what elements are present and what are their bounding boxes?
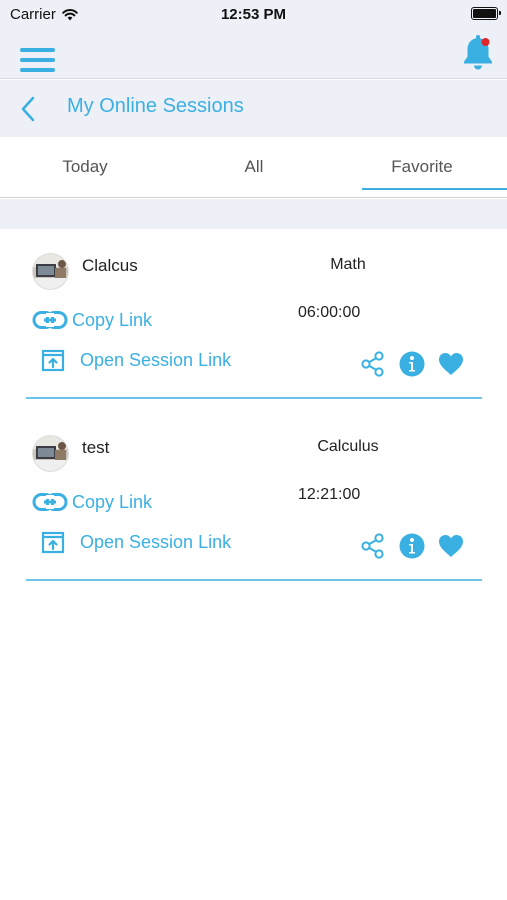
bell-icon[interactable] — [458, 33, 498, 73]
tutor-name: Clalcus — [82, 256, 138, 275]
session-subject: Calculus — [317, 438, 379, 455]
page-header: My Online Sessions — [0, 80, 507, 137]
open-session-label: Open Session Link — [80, 531, 232, 552]
session-card: test Calculus 12:21:00 Copy Link Open Se… — [26, 411, 482, 581]
session-time: 06:00:00 — [298, 304, 361, 321]
top-nav-bar — [0, 30, 507, 79]
hamburger-menu-icon[interactable] — [20, 48, 56, 76]
notification-dot — [481, 38, 490, 46]
status-time: 12:53 PM — [220, 6, 287, 23]
heart-icon[interactable] — [437, 350, 465, 378]
tab-today[interactable]: Today — [12, 137, 158, 198]
section-spacer — [0, 199, 507, 229]
open-session-link-button[interactable]: Open Session Link — [40, 529, 231, 555]
battery-icon — [471, 7, 501, 20]
copy-link-button[interactable]: Copy Link — [32, 309, 152, 331]
session-subject: Math — [330, 256, 366, 273]
tab-bar: Today All Favorite — [0, 137, 507, 198]
link-icon — [32, 493, 68, 511]
avatar — [32, 435, 69, 472]
session-card: Clalcus Math 06:00:00 Copy Link Open Ses… — [26, 229, 482, 399]
info-icon[interactable] — [398, 350, 426, 378]
tab-all[interactable]: All — [181, 137, 327, 198]
open-in-new-icon — [41, 531, 65, 554]
tab-selected-indicator — [362, 188, 507, 190]
share-icon[interactable] — [360, 350, 386, 378]
copy-link-label: Copy Link — [72, 309, 153, 330]
avatar — [32, 253, 69, 290]
page-title: My Online Sessions — [67, 95, 244, 117]
heart-icon[interactable] — [437, 532, 465, 560]
open-session-link-button[interactable]: Open Session Link — [40, 347, 231, 373]
open-in-new-icon — [41, 349, 65, 372]
tutor-name: test — [82, 438, 110, 457]
copy-link-button[interactable]: Copy Link — [32, 491, 152, 513]
status-bar: Carrier 12:53 PM — [0, 0, 507, 30]
info-icon[interactable] — [398, 532, 426, 560]
chevron-left-icon[interactable] — [15, 94, 45, 124]
share-icon[interactable] — [360, 532, 386, 560]
copy-link-label: Copy Link — [72, 491, 153, 512]
session-time: 12:21:00 — [298, 486, 361, 503]
link-icon — [32, 311, 68, 329]
open-session-label: Open Session Link — [80, 349, 232, 370]
